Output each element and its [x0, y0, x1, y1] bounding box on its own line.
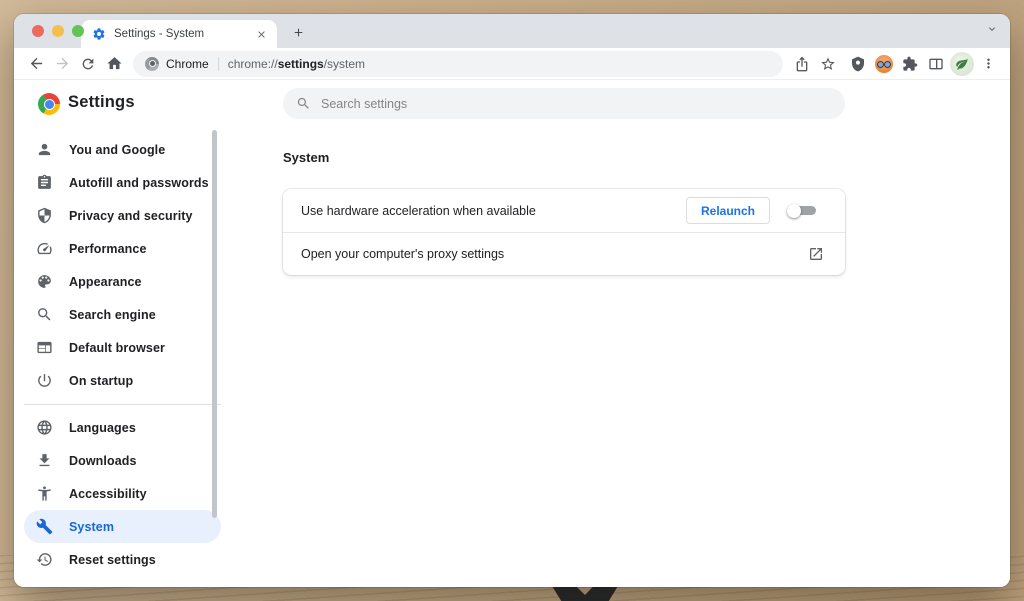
- download-icon: [35, 452, 53, 470]
- reset-clock-icon: [35, 551, 53, 569]
- avatar-plant-image: [950, 52, 974, 76]
- settings-sidebar: You and Google Autofill and passwords Pr…: [14, 128, 283, 587]
- sidebar-item-label: On startup: [69, 374, 133, 388]
- minimize-window-button[interactable]: [52, 25, 64, 37]
- sidebar-item-privacy[interactable]: Privacy and security: [24, 199, 221, 232]
- sidebar-item-on-startup[interactable]: On startup: [24, 364, 221, 397]
- refresh-button[interactable]: [75, 51, 101, 77]
- shield-icon: [35, 207, 53, 225]
- zoom-window-button[interactable]: [72, 25, 84, 37]
- browser-toolbar: Chrome chrome://settings/system: [14, 48, 1010, 80]
- sidebar-item-label: Autofill and passwords: [69, 176, 209, 190]
- tab-title: Settings - System: [114, 28, 253, 40]
- row-label: Open your computer's proxy settings: [301, 247, 808, 261]
- url-path: /system: [324, 57, 365, 71]
- settings-header: Settings Search settings: [14, 80, 1010, 128]
- sidebar-scrollbar[interactable]: [212, 130, 217, 518]
- relaunch-button[interactable]: Relaunch: [686, 197, 770, 224]
- sidebar-item-label: You and Google: [69, 143, 165, 157]
- sidebar-item-label: Default browser: [69, 341, 165, 355]
- desktop-wallpaper: Settings - System Chrome chrome://settin…: [0, 0, 1024, 601]
- magnifier-icon: [35, 306, 53, 324]
- share-button[interactable]: [789, 51, 815, 77]
- palette-icon: [35, 273, 53, 291]
- sidebar-item-label: Search engine: [69, 308, 156, 322]
- hardware-acceleration-row: Use hardware acceleration when available…: [283, 189, 845, 232]
- sidebar-item-label: Appearance: [69, 275, 142, 289]
- search-placeholder: Search settings: [321, 97, 407, 111]
- address-separator: [218, 57, 219, 71]
- person-icon: [35, 141, 53, 159]
- clipboard-icon: [35, 174, 53, 192]
- speedometer-icon: [35, 240, 53, 258]
- search-settings-input[interactable]: Search settings: [283, 88, 845, 119]
- back-button[interactable]: [23, 51, 49, 77]
- active-tab[interactable]: Settings - System: [81, 20, 277, 48]
- system-settings-card: Use hardware acceleration when available…: [283, 189, 845, 275]
- sidebar-item-autofill[interactable]: Autofill and passwords: [24, 166, 221, 199]
- sidebar-item-label: Languages: [69, 421, 136, 435]
- tab-search-chevron-icon[interactable]: [986, 23, 998, 35]
- home-button[interactable]: [101, 51, 127, 77]
- mascot-face-icon: [875, 55, 893, 73]
- new-tab-button[interactable]: [285, 19, 311, 45]
- hardware-acceleration-toggle[interactable]: [788, 204, 816, 218]
- sidebar-item-system[interactable]: System: [24, 510, 221, 543]
- accessibility-icon: [35, 485, 53, 503]
- sidebar-item-accessibility[interactable]: Accessibility: [24, 477, 221, 510]
- extensions-puzzle-button[interactable]: [897, 51, 923, 77]
- sidebar-item-appearance[interactable]: Appearance: [24, 265, 221, 298]
- chrome-badge-icon: [145, 57, 159, 71]
- sidebar-item-languages[interactable]: Languages: [24, 411, 221, 444]
- tab-strip: Settings - System: [14, 14, 1010, 48]
- tab-close-icon[interactable]: [253, 26, 269, 42]
- power-icon: [35, 372, 53, 390]
- address-url: chrome://settings/system: [228, 57, 365, 71]
- url-scheme: chrome://: [228, 57, 278, 71]
- browser-window-icon: [35, 339, 53, 357]
- profile-avatar[interactable]: [949, 51, 975, 77]
- url-host: settings: [278, 57, 324, 71]
- sidebar-item-performance[interactable]: Performance: [24, 232, 221, 265]
- sidebar-item-label: Performance: [69, 242, 147, 256]
- side-panel-button[interactable]: [923, 51, 949, 77]
- settings-body: You and Google Autofill and passwords Pr…: [14, 128, 1010, 587]
- sidebar-item-search-engine[interactable]: Search engine: [24, 298, 221, 331]
- settings-page-title: Settings: [68, 93, 135, 112]
- toggle-knob: [787, 204, 801, 218]
- proxy-settings-row[interactable]: Open your computer's proxy settings: [283, 232, 845, 275]
- sidebar-item-downloads[interactable]: Downloads: [24, 444, 221, 477]
- settings-gear-icon: [92, 27, 106, 41]
- bookmark-star-button[interactable]: [815, 51, 841, 77]
- sidebar-item-default-browser[interactable]: Default browser: [24, 331, 221, 364]
- sidebar-item-label: Accessibility: [69, 487, 147, 501]
- browser-window: Settings - System Chrome chrome://settin…: [14, 14, 1010, 587]
- window-controls: [32, 25, 84, 37]
- forward-button[interactable]: [49, 51, 75, 77]
- section-title: System: [283, 150, 1010, 165]
- row-label: Use hardware acceleration when available: [301, 204, 686, 218]
- sidebar-divider: [24, 404, 221, 405]
- sidebar-item-you-and-google[interactable]: You and Google: [24, 133, 221, 166]
- external-link-icon: [808, 246, 824, 262]
- sidebar-item-label: Reset settings: [69, 553, 156, 567]
- search-icon: [296, 96, 311, 111]
- sidebar-item-reset-settings[interactable]: Reset settings: [24, 543, 221, 576]
- settings-main-content: System Use hardware acceleration when av…: [283, 128, 1010, 587]
- wrench-icon: [35, 518, 53, 536]
- menu-three-dots-button[interactable]: [975, 51, 1001, 77]
- chrome-logo-icon: [38, 93, 60, 115]
- extension-shield-icon[interactable]: [845, 51, 871, 77]
- address-site-label: Chrome: [166, 57, 209, 71]
- sidebar-item-label: System: [69, 520, 114, 534]
- globe-icon: [35, 419, 53, 437]
- extension-mascot-icon[interactable]: [871, 51, 897, 77]
- sidebar-item-label: Privacy and security: [69, 209, 193, 223]
- sidebar-item-label: Downloads: [69, 454, 137, 468]
- close-window-button[interactable]: [32, 25, 44, 37]
- address-bar[interactable]: Chrome chrome://settings/system: [133, 51, 783, 77]
